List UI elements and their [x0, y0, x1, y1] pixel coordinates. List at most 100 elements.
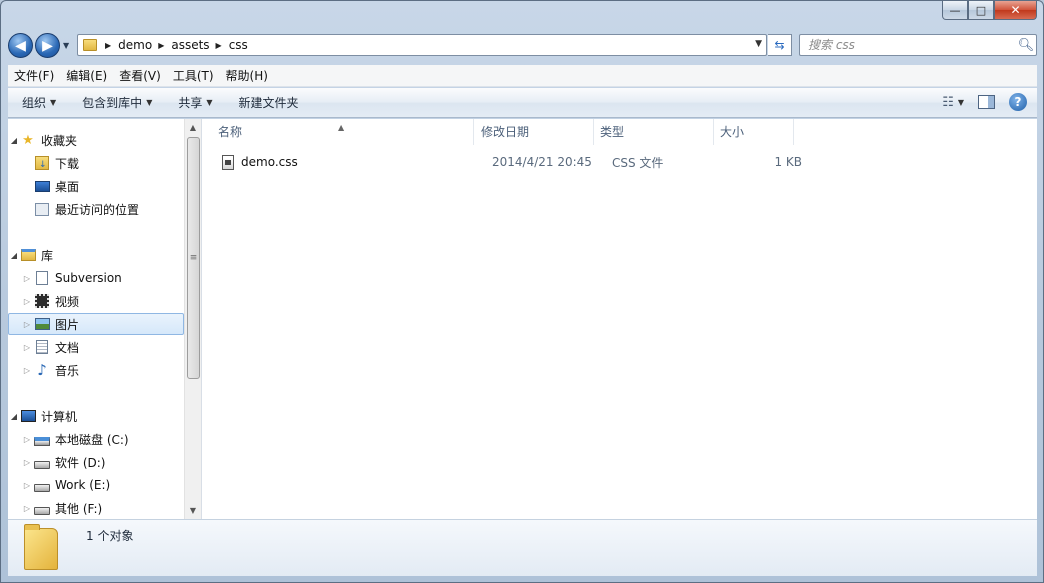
column-header-label: 修改日期 [481, 125, 530, 139]
column-header-size[interactable]: 大小 [714, 119, 794, 145]
expand-icon[interactable]: ▷ [8, 458, 34, 467]
breadcrumb-separator-icon[interactable]: ▶ [105, 41, 111, 50]
scroll-down-icon[interactable]: ▼ [185, 502, 201, 519]
chevron-down-icon: ▼ [146, 98, 153, 107]
item-count: 1 个对象 [86, 529, 134, 543]
nav-item-label: Work (E:) [55, 478, 111, 492]
file-name: demo.css [241, 155, 298, 169]
nav-item-label: 最近访问的位置 [55, 202, 140, 217]
expand-icon[interactable]: ▷ [8, 274, 34, 283]
library-icon [20, 247, 36, 263]
column-header-type[interactable]: 类型 [594, 119, 714, 145]
caption-buttons: — □ ✕ [942, 1, 1037, 20]
nav-item-label: 软件 (D:) [55, 455, 106, 470]
expand-icon[interactable]: ▷ [8, 481, 34, 490]
nav-item-drive-e[interactable]: ▷ Work (E:) [8, 474, 184, 496]
chevron-down-icon: ▼ [957, 97, 964, 107]
nav-group-label: 库 [41, 248, 54, 263]
nav-item-pictures[interactable]: ▷ 图片 [8, 313, 184, 335]
forward-button[interactable]: ▶ [35, 33, 60, 58]
close-button[interactable]: ✕ [994, 1, 1037, 20]
nav-item-subversion[interactable]: ▷ Subversion [8, 267, 184, 289]
command-bar: 组织 ▼ 包含到库中 ▼ 共享 ▼ 新建文件夹 ☷ ▼ ? [8, 88, 1037, 118]
new-folder-button[interactable]: 新建文件夹 [225, 94, 311, 111]
preview-pane-button[interactable] [978, 95, 995, 109]
column-header-date[interactable]: 修改日期 [474, 119, 594, 145]
search-input[interactable] [800, 36, 1016, 54]
nav-item-music[interactable]: ▷ ♪ 音乐 [8, 359, 184, 381]
change-view-button[interactable]: ☷ ▼ [942, 95, 964, 110]
forward-arrow-icon: ▶ [42, 37, 53, 54]
expand-icon[interactable]: ▷ [8, 297, 34, 306]
view-controls: ☷ ▼ ? [942, 93, 1027, 111]
nav-group-label: 收藏夹 [41, 133, 78, 148]
expand-icon[interactable]: ▷ [8, 343, 34, 352]
navigation-pane: ◢ ★ 收藏夹 ↓ 下载 桌面 最近访问的位置 ◢ 库 ▷ Subversion… [8, 119, 184, 519]
menu-view[interactable]: 查看(V) [113, 65, 167, 87]
back-button[interactable]: ◀ [8, 33, 33, 58]
nav-group-computer[interactable]: ◢ 计算机 [8, 405, 184, 427]
nav-group-libraries[interactable]: ◢ 库 [8, 244, 184, 266]
menu-file[interactable]: 文件(F) [8, 65, 60, 87]
nav-item-label: Subversion [55, 271, 122, 285]
breadcrumb-assets[interactable]: assets [171, 38, 209, 52]
expand-icon[interactable]: ◢ [8, 251, 20, 260]
include-in-library-button[interactable]: 包含到库中 ▼ [68, 94, 164, 111]
scroll-up-icon[interactable]: ▲ [185, 119, 201, 136]
help-icon[interactable]: ? [1009, 93, 1027, 111]
address-dropdown-icon[interactable]: ▼ [755, 39, 762, 49]
document-library-icon [34, 270, 50, 286]
hard-drive-icon [34, 454, 50, 470]
minimize-button[interactable]: — [942, 1, 968, 20]
menu-help[interactable]: 帮助(H) [220, 65, 274, 87]
search-box: 🔍︎ [799, 34, 1037, 56]
navigation-scrollbar[interactable]: ▲ ≡ ▼ [184, 119, 201, 519]
share-button[interactable]: 共享 ▼ [164, 94, 224, 111]
scrollbar-thumb[interactable]: ≡ [187, 137, 200, 379]
nav-item-documents[interactable]: ▷ 文档 [8, 336, 184, 358]
nav-item-downloads[interactable]: ↓ 下载 [8, 152, 184, 174]
recent-pages-dropdown-icon[interactable]: ▼ [63, 41, 69, 50]
share-label: 共享 [178, 96, 203, 110]
pictures-icon [34, 316, 50, 332]
menu-tools[interactable]: 工具(T) [167, 65, 220, 87]
nav-item-drive-c[interactable]: ▷ 本地磁盘 (C:) [8, 428, 184, 450]
expand-icon[interactable]: ◢ [8, 412, 20, 421]
refresh-button[interactable]: ⇆ [768, 34, 792, 56]
expand-icon[interactable]: ▷ [8, 366, 34, 375]
star-icon: ★ [22, 132, 34, 148]
refresh-icon: ⇆ [774, 38, 785, 52]
breadcrumb-css[interactable]: css [229, 38, 248, 52]
expand-icon[interactable]: ◢ [8, 136, 20, 145]
chevron-down-icon: ▼ [206, 98, 213, 107]
file-row[interactable]: demo.css 2014/4/21 20:45 CSS 文件 1 KB [202, 151, 802, 173]
include-in-library-label: 包含到库中 [82, 96, 143, 110]
expand-icon[interactable]: ▷ [8, 435, 34, 444]
nav-item-label: 视频 [55, 294, 80, 309]
nav-item-desktop[interactable]: 桌面 [8, 175, 184, 197]
menu-edit[interactable]: 编辑(E) [60, 65, 113, 87]
recent-places-icon [34, 201, 50, 217]
hard-drive-icon [34, 477, 50, 493]
breadcrumb-separator-icon[interactable]: ▶ [216, 41, 222, 50]
desktop-icon [34, 178, 50, 194]
nav-item-label: 音乐 [55, 363, 80, 378]
search-icon[interactable]: 🔍︎ [1016, 38, 1036, 53]
breadcrumb-demo[interactable]: demo [118, 38, 152, 52]
column-header-name[interactable]: ▲ 名称 [202, 119, 474, 145]
maximize-button[interactable]: □ [968, 1, 994, 20]
nav-item-drive-f[interactable]: ▷ 其他 (F:) [8, 497, 184, 519]
nav-item-recent-places[interactable]: 最近访问的位置 [8, 198, 184, 220]
back-arrow-icon: ◀ [15, 37, 26, 54]
column-header-label: 大小 [720, 125, 745, 139]
nav-item-videos[interactable]: ▷ 视频 [8, 290, 184, 312]
video-icon [34, 293, 50, 309]
organize-button[interactable]: 组织 ▼ [8, 94, 68, 111]
column-headers: ▲ 名称 修改日期 类型 大小 [202, 119, 1037, 145]
nav-item-drive-d[interactable]: ▷ 软件 (D:) [8, 451, 184, 473]
expand-icon[interactable]: ▷ [8, 504, 34, 513]
expand-icon[interactable]: ▷ [9, 320, 34, 329]
nav-group-favorites[interactable]: ◢ ★ 收藏夹 [8, 129, 184, 151]
address-bar[interactable]: ▶ demo ▶ assets ▶ css ▼ [77, 34, 767, 56]
breadcrumb-separator-icon[interactable]: ▶ [158, 41, 164, 50]
